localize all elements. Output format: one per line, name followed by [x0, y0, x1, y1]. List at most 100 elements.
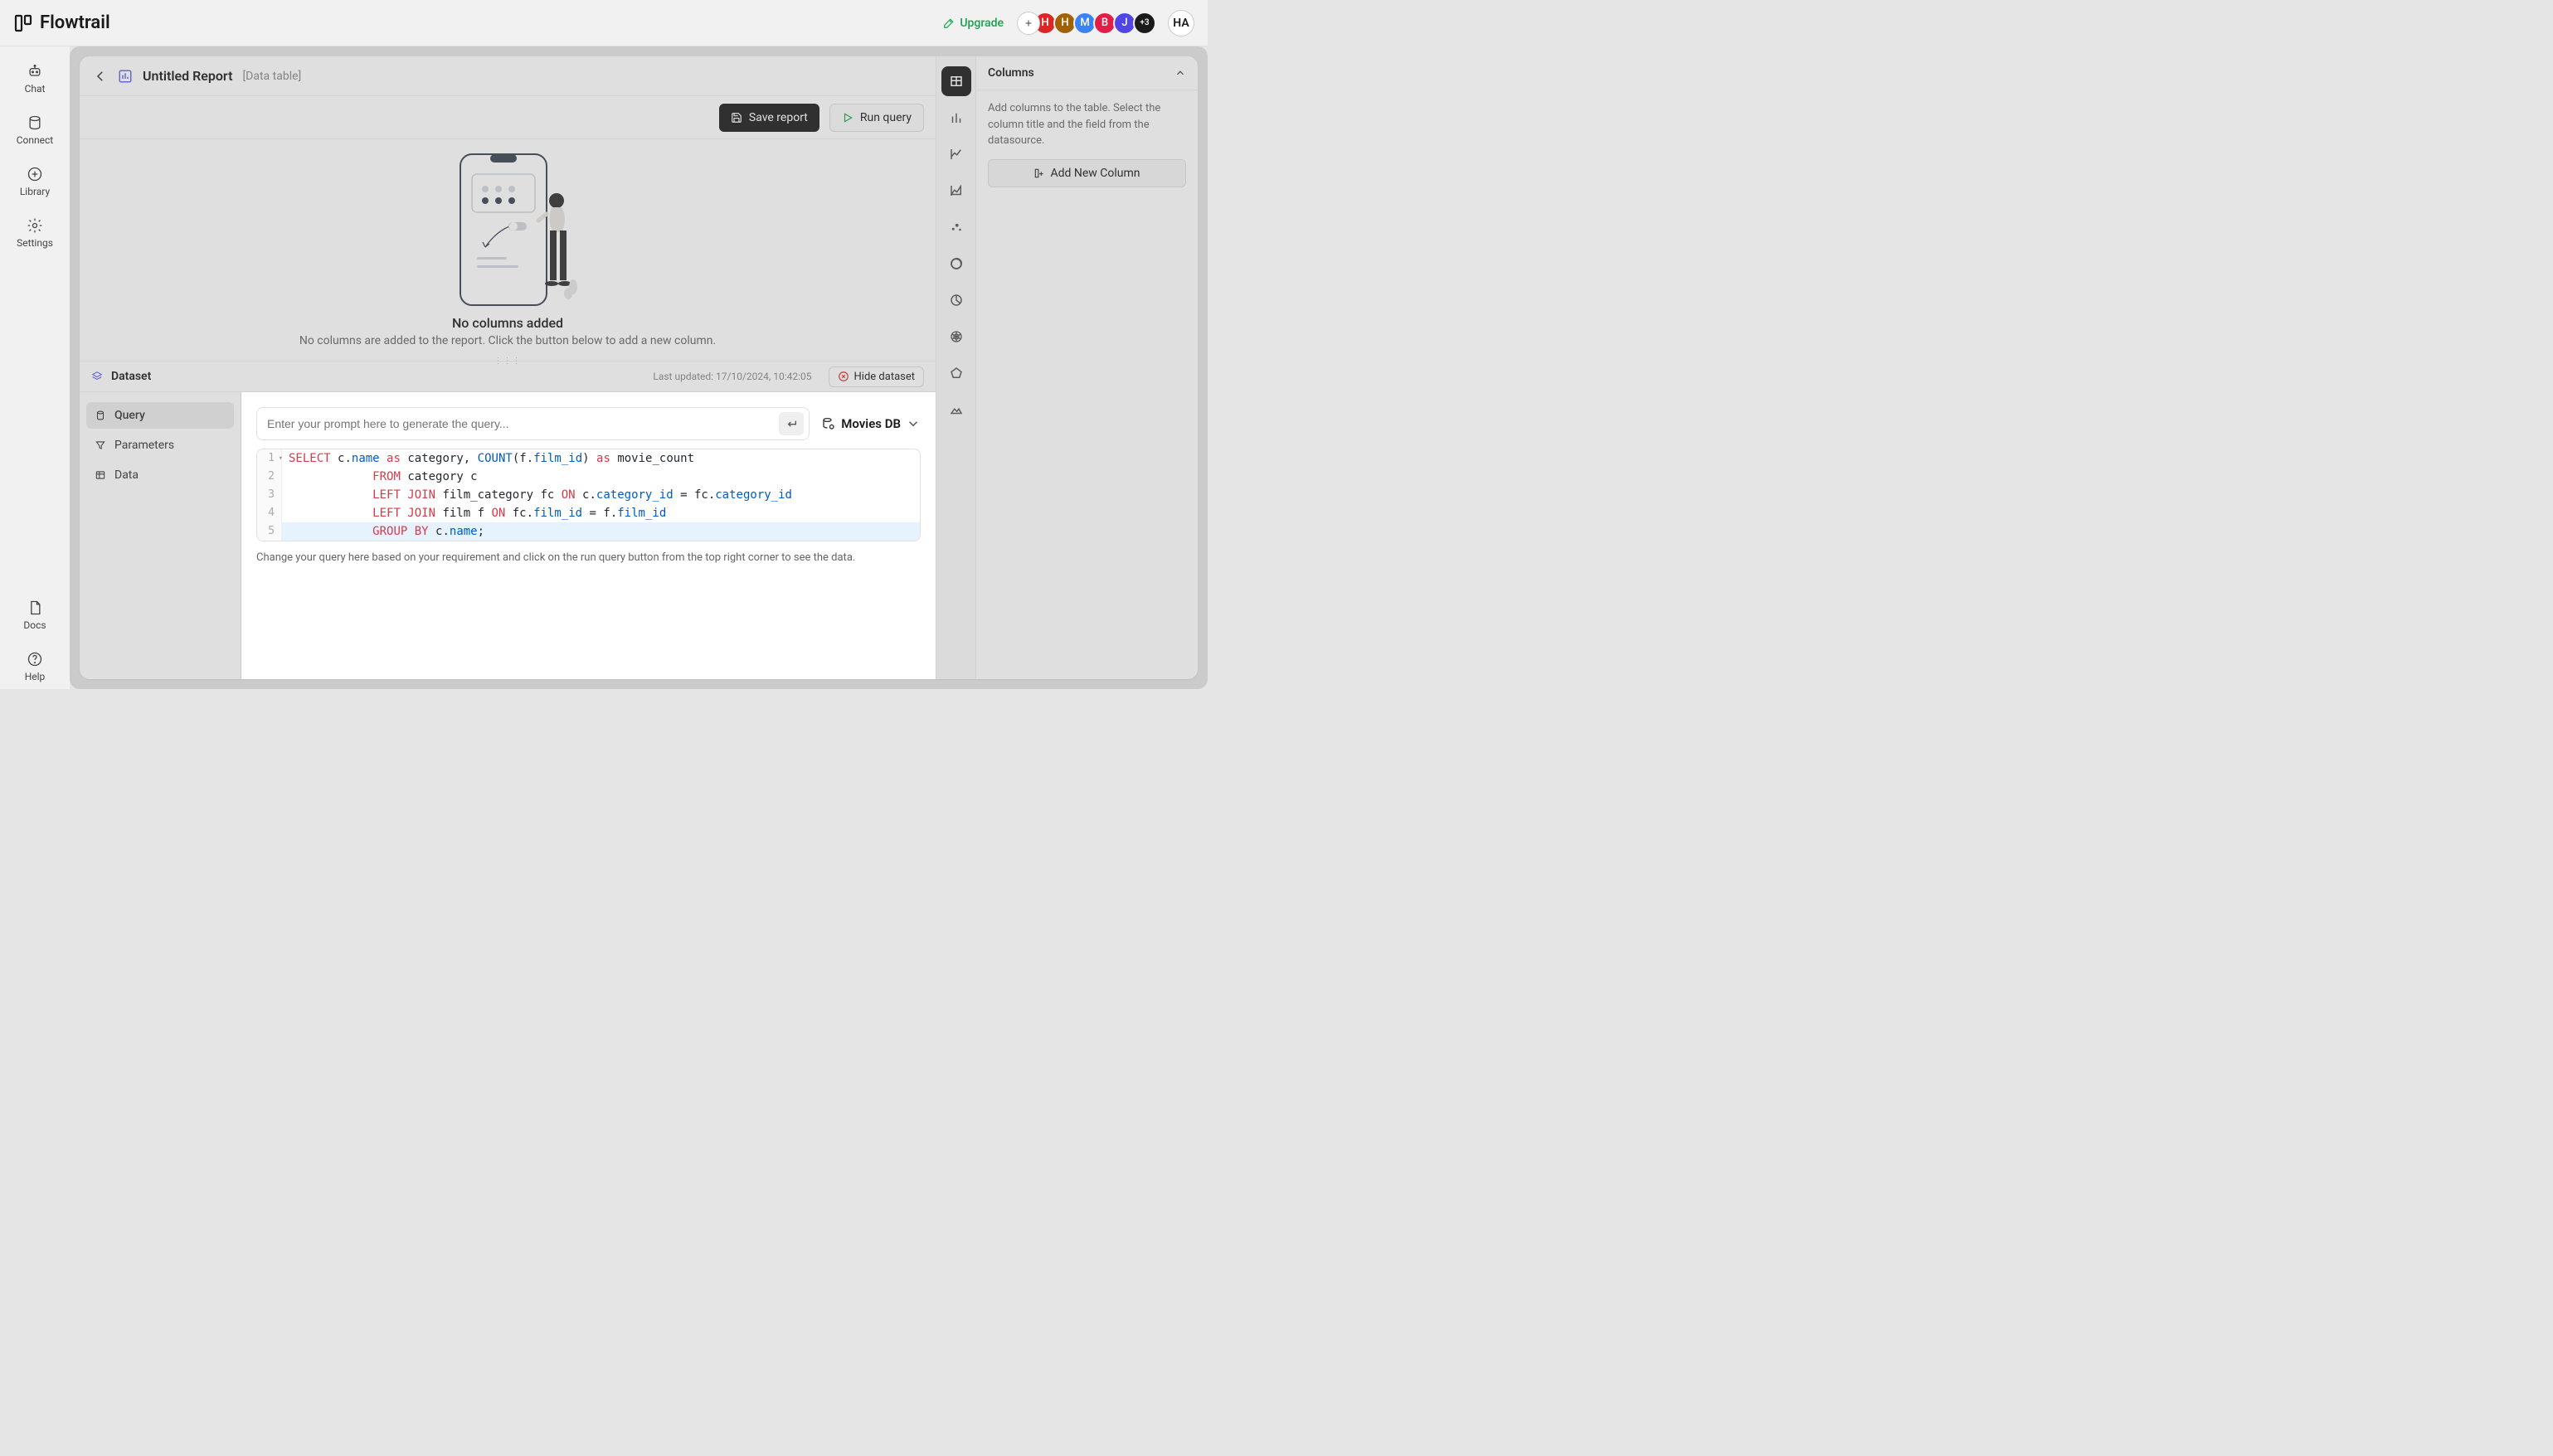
empty-state: No columns added No columns are added to…	[80, 139, 936, 361]
report-header: Untitled Report [Data table]	[80, 56, 936, 96]
nav-settings[interactable]: Settings	[7, 211, 63, 255]
nav-chat[interactable]: Chat	[7, 56, 63, 101]
leftnav: Chat Connect Library Settings Docs Hel	[0, 46, 70, 689]
code-content: SELECT c.name as category, COUNT(f.film_…	[282, 449, 694, 468]
code-line[interactable]: 1▾SELECT c.name as category, COUNT(f.fil…	[257, 449, 920, 468]
line-number: 2	[257, 468, 282, 486]
me-avatar[interactable]: HA	[1168, 10, 1194, 36]
submit-prompt-button[interactable]	[779, 412, 804, 435]
editor-hint: Change your query here based on your req…	[256, 551, 921, 564]
area-chart-icon	[949, 183, 964, 198]
columns-header[interactable]: Columns	[976, 56, 1198, 90]
nav-docs[interactable]: Docs	[7, 593, 63, 638]
layers-icon	[91, 371, 103, 382]
code-line[interactable]: 3 LEFT JOIN film_category fc ON c.catego…	[257, 486, 920, 504]
enter-icon	[785, 417, 798, 430]
line-number: 1▾	[257, 449, 282, 468]
view-bar[interactable]	[941, 103, 971, 133]
dataset-tabs: Query Parameters Data	[80, 392, 241, 679]
view-image[interactable]	[941, 395, 971, 425]
save-icon	[731, 112, 742, 124]
line-number: 4	[257, 504, 282, 522]
plus-icon	[1024, 18, 1033, 28]
save-report-button[interactable]: Save report	[719, 104, 819, 132]
view-pentagon[interactable]	[941, 358, 971, 388]
table-view-icon	[949, 74, 964, 89]
line-number: 5	[257, 522, 282, 541]
image-icon	[949, 402, 964, 417]
play-icon	[842, 112, 853, 124]
code-content: LEFT JOIN film_category fc ON c.category…	[282, 486, 792, 504]
radar-icon	[949, 329, 964, 344]
chevron-up-icon	[1174, 67, 1186, 79]
back-button[interactable]	[93, 69, 108, 84]
actions-row: Save report Run query	[80, 96, 936, 139]
logo-icon	[13, 13, 33, 33]
app-name: Flowtrail	[40, 12, 110, 33]
prompt-box	[256, 407, 810, 440]
hide-dataset-button[interactable]: Hide dataset	[829, 366, 924, 387]
columns-desc: Add columns to the table. Select the col…	[976, 90, 1198, 159]
view-pie[interactable]	[941, 285, 971, 315]
chart-icon	[118, 69, 133, 84]
app-logo[interactable]: Flowtrail	[13, 12, 110, 33]
database-icon	[27, 114, 43, 131]
empty-title: No columns added	[452, 315, 563, 331]
code-line[interactable]: 2 FROM category c	[257, 468, 920, 486]
avatar-more[interactable]: +3	[1133, 12, 1156, 35]
run-query-button[interactable]: Run query	[829, 104, 924, 132]
help-icon	[27, 651, 43, 667]
pentagon-icon	[949, 366, 964, 381]
view-strip	[936, 56, 975, 679]
empty-illustration	[437, 149, 578, 307]
line-chart-icon	[949, 147, 964, 162]
db-gear-icon	[821, 416, 836, 431]
columns-panel: Columns Add columns to the table. Select…	[975, 56, 1198, 679]
tab-data[interactable]: Data	[86, 462, 234, 488]
tab-query[interactable]: Query	[86, 402, 234, 429]
report-subtype: [Data table]	[242, 70, 301, 83]
tab-parameters[interactable]: Parameters	[86, 432, 234, 459]
filter-icon	[95, 439, 106, 451]
add-column-button[interactable]: Add New Column	[988, 159, 1186, 187]
plus-circle-icon	[27, 166, 43, 182]
report-title: Untitled Report	[143, 68, 232, 84]
dataset-bar: ⋮⋮⋮ Dataset Last updated: 17/10/2024, 10…	[80, 361, 936, 392]
robot-icon	[27, 63, 43, 80]
drag-handle[interactable]: ⋮⋮⋮	[494, 357, 522, 366]
view-line[interactable]	[941, 139, 971, 169]
scatter-icon	[949, 220, 964, 235]
code-content: LEFT JOIN film f ON fc.film_id = f.film_…	[282, 504, 666, 522]
view-area[interactable]	[941, 176, 971, 206]
view-donut[interactable]	[941, 249, 971, 279]
database-sm-icon	[95, 410, 106, 421]
gear-icon	[27, 217, 43, 234]
wand-icon	[943, 17, 955, 29]
code-line[interactable]: 4 LEFT JOIN film f ON fc.film_id = f.fil…	[257, 504, 920, 522]
nav-connect[interactable]: Connect	[7, 108, 63, 153]
nav-library[interactable]: Library	[7, 159, 63, 204]
upgrade-link[interactable]: Upgrade	[943, 17, 1004, 30]
avatars: HHMBJ +3	[1017, 12, 1156, 35]
code-line[interactable]: 5 GROUP BY c.name;	[257, 522, 920, 541]
prompt-input[interactable]	[267, 417, 779, 430]
view-radar[interactable]	[941, 322, 971, 352]
view-scatter[interactable]	[941, 212, 971, 242]
query-panel: Movies DB 1▾SELECT c.name as category, C…	[241, 392, 936, 679]
close-circle-icon	[838, 371, 849, 382]
db-selector[interactable]: Movies DB	[821, 416, 921, 431]
pie-icon	[949, 293, 964, 308]
sql-editor[interactable]: 1▾SELECT c.name as category, COUNT(f.fil…	[256, 449, 921, 541]
fold-marker[interactable]: ▾	[279, 449, 283, 468]
code-content: GROUP BY c.name;	[282, 522, 484, 541]
add-user-button[interactable]	[1017, 12, 1040, 35]
last-updated: Last updated: 17/10/2024, 10:42:05	[653, 371, 811, 382]
bar-chart-icon	[949, 110, 964, 125]
empty-subtitle: No columns are added to the report. Clic…	[299, 334, 716, 347]
code-content: FROM category c	[282, 468, 478, 486]
view-table[interactable]	[941, 66, 971, 96]
donut-icon	[949, 256, 964, 271]
nav-help[interactable]: Help	[7, 644, 63, 689]
chevron-down-icon	[906, 416, 921, 431]
dataset-title: Dataset	[111, 370, 644, 383]
